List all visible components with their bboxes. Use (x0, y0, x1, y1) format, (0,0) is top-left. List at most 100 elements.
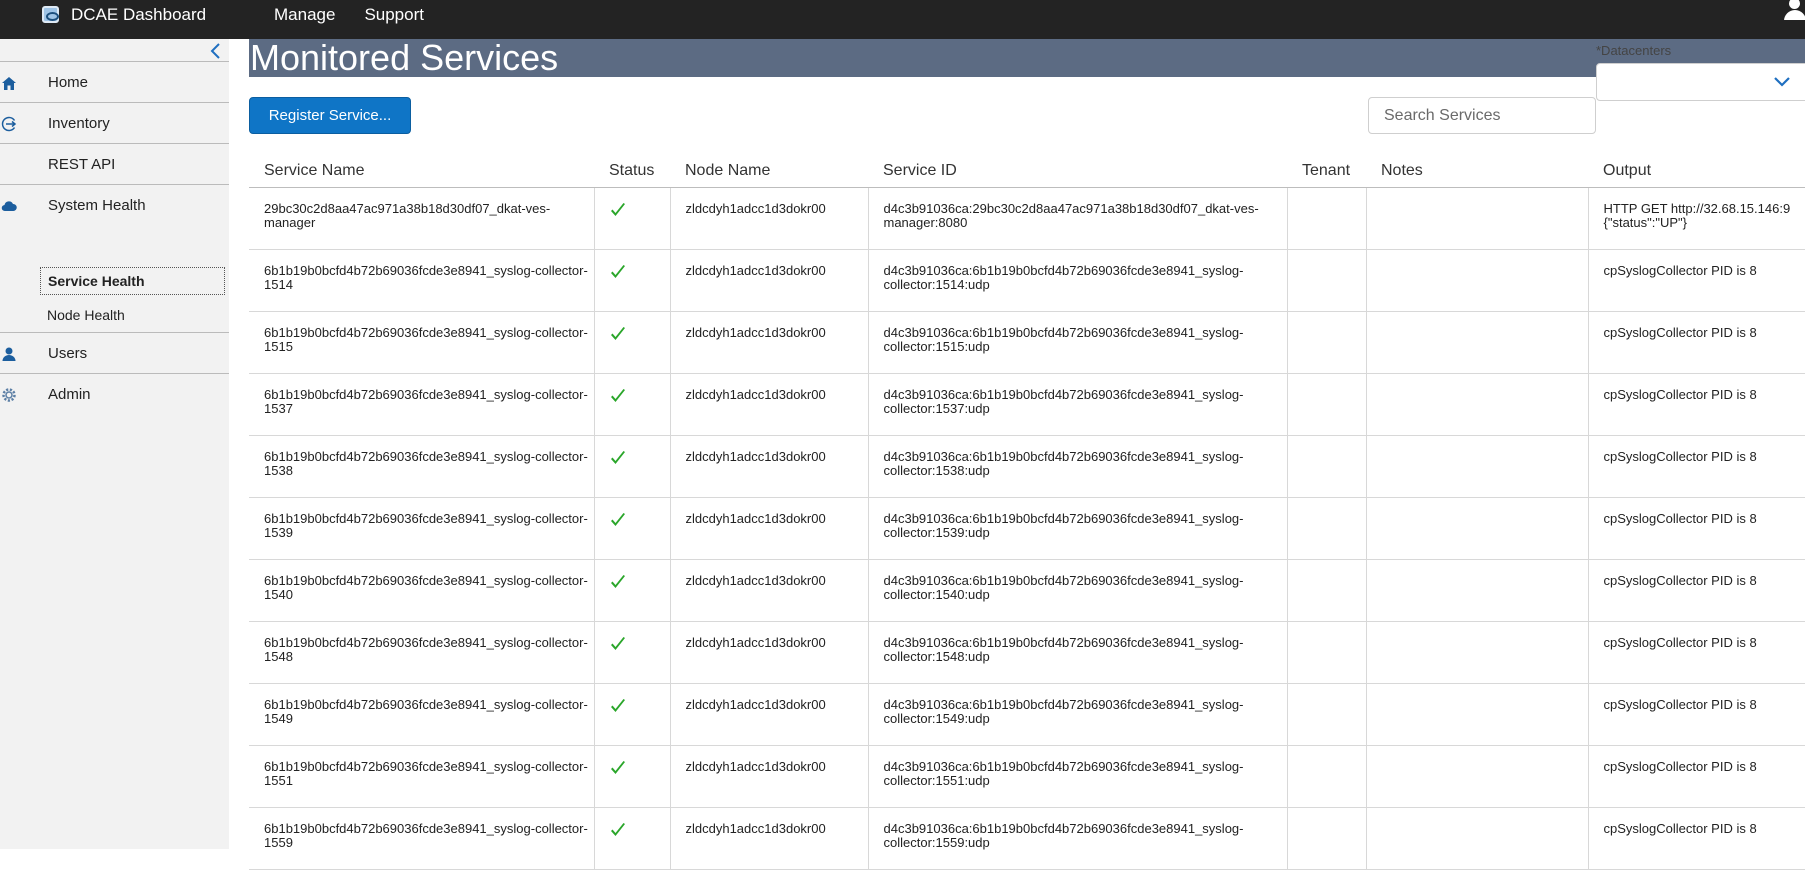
sidebar-item-system-health[interactable]: System Health (0, 185, 229, 226)
gear-icon (2, 387, 16, 402)
service-name-text: 6b1b19b0bcfd4b72b69036fcde3e8941_syslog-… (264, 696, 588, 726)
nav-manage[interactable]: Manage (274, 5, 335, 25)
status-cell (594, 373, 671, 436)
service-id-text: d4c3b91036ca:6b1b19b0bcfd4b72b69036fcde3… (883, 386, 1244, 416)
status-passing-check-icon (610, 574, 625, 588)
sidebar-item-admin[interactable]: Admin (0, 374, 229, 415)
notes-cell (1366, 559, 1589, 622)
table-row[interactable]: 6b1b19b0bcfd4b72b69036fcde3e8941_syslog-… (249, 497, 1805, 560)
node-name-cell: zldcdyh1adcc1d3dokr00 (670, 435, 869, 498)
datacenters-select[interactable] (1596, 63, 1805, 101)
sidebar-subitem-service-health[interactable]: Service Health (40, 267, 225, 295)
notes-cell (1366, 745, 1589, 808)
output-text: cpSyslogCollector PID is 8 (1603, 634, 1757, 650)
node-name-text: zldcdyh1adcc1d3dokr00 (685, 510, 826, 526)
sidebar-item-home[interactable]: Home (0, 62, 229, 103)
service-id-text: d4c3b91036ca:6b1b19b0bcfd4b72b69036fcde3… (883, 572, 1244, 602)
status-passing-check-icon (610, 326, 625, 340)
sidebar-item-rest-api[interactable]: REST API (0, 144, 229, 185)
tenant-cell (1287, 745, 1367, 808)
service-name-text: 6b1b19b0bcfd4b72b69036fcde3e8941_syslog-… (264, 386, 588, 416)
service-name-cell: 6b1b19b0bcfd4b72b69036fcde3e8941_syslog-… (249, 683, 595, 746)
node-name-text: zldcdyh1adcc1d3dokr00 (685, 448, 826, 464)
table-row[interactable]: 6b1b19b0bcfd4b72b69036fcde3e8941_syslog-… (249, 249, 1805, 312)
tenant-cell (1287, 187, 1367, 250)
column-header-tenant[interactable]: Tenant (1287, 150, 1366, 188)
sidebar-item-label: Users (48, 345, 88, 362)
notes-cell (1366, 621, 1589, 684)
sidebar-item-inventory[interactable]: Inventory (0, 103, 229, 144)
service-id-text: d4c3b91036ca:6b1b19b0bcfd4b72b69036fcde3… (883, 262, 1244, 292)
node-name-cell: zldcdyh1adcc1d3dokr00 (670, 249, 869, 312)
collapse-sidebar-icon[interactable] (208, 43, 224, 59)
status-passing-check-icon (610, 698, 625, 712)
output-text: cpSyslogCollector PID is 8 (1603, 572, 1757, 588)
output-text: cpSyslogCollector PID is 8 (1603, 324, 1757, 340)
sidebar-subitem-node-health[interactable]: Node Health (47, 305, 125, 325)
inventory-icon (1, 116, 17, 131)
page-title: Monitored Services (249, 39, 1805, 77)
table-row[interactable]: 29bc30c2d8aa47ac971a38b18d30df07_dkat-ve… (249, 187, 1805, 250)
table-row[interactable]: 6b1b19b0bcfd4b72b69036fcde3e8941_syslog-… (249, 621, 1805, 684)
register-service-button[interactable]: Register Service... (249, 97, 411, 134)
service-name-cell: 6b1b19b0bcfd4b72b69036fcde3e8941_syslog-… (249, 373, 595, 436)
service-name-cell: 6b1b19b0bcfd4b72b69036fcde3e8941_syslog-… (249, 559, 595, 622)
notes-cell (1366, 311, 1589, 374)
column-header-status[interactable]: Status (594, 150, 670, 188)
table-body: 29bc30c2d8aa47ac971a38b18d30df07_dkat-ve… (249, 187, 1805, 870)
output-text: cpSyslogCollector PID is 8 (1603, 510, 1757, 526)
node-name-cell: zldcdyh1adcc1d3dokr00 (670, 373, 869, 436)
status-passing-check-icon (610, 512, 625, 526)
status-cell (594, 497, 671, 560)
output-text: cpSyslogCollector PID is 8 (1603, 448, 1757, 464)
service-name-text: 6b1b19b0bcfd4b72b69036fcde3e8941_syslog-… (264, 510, 588, 540)
service-id-cell: d4c3b91036ca:6b1b19b0bcfd4b72b69036fcde3… (868, 745, 1288, 808)
table-row[interactable]: 6b1b19b0bcfd4b72b69036fcde3e8941_syslog-… (249, 683, 1805, 746)
column-header-node-name[interactable]: Node Name (670, 150, 868, 188)
sidebar-item-label: System Health (48, 197, 146, 214)
status-cell (594, 559, 671, 622)
service-id-text: d4c3b91036ca:6b1b19b0bcfd4b72b69036fcde3… (883, 510, 1244, 540)
table-row[interactable]: 6b1b19b0bcfd4b72b69036fcde3e8941_syslog-… (249, 559, 1805, 622)
service-name-text: 29bc30c2d8aa47ac971a38b18d30df07_dkat-ve… (264, 200, 551, 230)
node-name-text: zldcdyh1adcc1d3dokr00 (685, 200, 826, 216)
status-cell (594, 621, 671, 684)
column-header-service-name[interactable]: Service Name (249, 150, 594, 188)
service-name-cell: 6b1b19b0bcfd4b72b69036fcde3e8941_syslog-… (249, 621, 595, 684)
sidebar-item-users[interactable]: Users (0, 333, 229, 374)
column-header-service-id[interactable]: Service ID (868, 150, 1287, 188)
output-text: cpSyslogCollector PID is 8 (1603, 386, 1757, 402)
table-row[interactable]: 6b1b19b0bcfd4b72b69036fcde3e8941_syslog-… (249, 807, 1805, 870)
node-name-cell: zldcdyh1adcc1d3dokr00 (670, 683, 869, 746)
sidebar-item-label: Inventory (48, 115, 110, 132)
table-row[interactable]: 6b1b19b0bcfd4b72b69036fcde3e8941_syslog-… (249, 435, 1805, 498)
column-header-output[interactable]: Output (1588, 150, 1805, 188)
brand[interactable]: DCAE Dashboard (42, 0, 206, 29)
service-name-cell: 6b1b19b0bcfd4b72b69036fcde3e8941_syslog-… (249, 435, 595, 498)
chevron-down-icon (1774, 77, 1790, 87)
output-cell: cpSyslogCollector PID is 8 (1588, 807, 1805, 870)
tenant-cell (1287, 373, 1367, 436)
service-id-cell: d4c3b91036ca:6b1b19b0bcfd4b72b69036fcde3… (868, 311, 1288, 374)
node-name-text: zldcdyh1adcc1d3dokr00 (685, 262, 826, 278)
output-cell: cpSyslogCollector PID is 8 (1588, 311, 1805, 374)
table-row[interactable]: 6b1b19b0bcfd4b72b69036fcde3e8941_syslog-… (249, 311, 1805, 374)
user-account-icon[interactable] (1783, 0, 1805, 20)
service-id-text: d4c3b91036ca:6b1b19b0bcfd4b72b69036fcde3… (883, 758, 1244, 788)
nav-support[interactable]: Support (364, 5, 424, 25)
service-id-cell: d4c3b91036ca:29bc30c2d8aa47ac971a38b18d3… (868, 187, 1288, 250)
service-id-cell: d4c3b91036ca:6b1b19b0bcfd4b72b69036fcde3… (868, 373, 1288, 436)
column-header-notes[interactable]: Notes (1366, 150, 1588, 188)
node-name-text: zldcdyh1adcc1d3dokr00 (685, 696, 826, 712)
service-id-cell: d4c3b91036ca:6b1b19b0bcfd4b72b69036fcde3… (868, 559, 1288, 622)
table-row[interactable]: 6b1b19b0bcfd4b72b69036fcde3e8941_syslog-… (249, 745, 1805, 808)
service-id-cell: d4c3b91036ca:6b1b19b0bcfd4b72b69036fcde3… (868, 497, 1288, 560)
services-table: Service Name Status Node Name Service ID… (249, 150, 1805, 870)
node-name-cell: zldcdyh1adcc1d3dokr00 (670, 807, 869, 870)
status-passing-check-icon (610, 450, 625, 464)
service-id-cell: d4c3b91036ca:6b1b19b0bcfd4b72b69036fcde3… (868, 807, 1288, 870)
search-services-input[interactable] (1368, 97, 1596, 134)
table-header-row: Service Name Status Node Name Service ID… (249, 150, 1805, 188)
table-row[interactable]: 6b1b19b0bcfd4b72b69036fcde3e8941_syslog-… (249, 373, 1805, 436)
service-name-text: 6b1b19b0bcfd4b72b69036fcde3e8941_syslog-… (264, 758, 588, 788)
